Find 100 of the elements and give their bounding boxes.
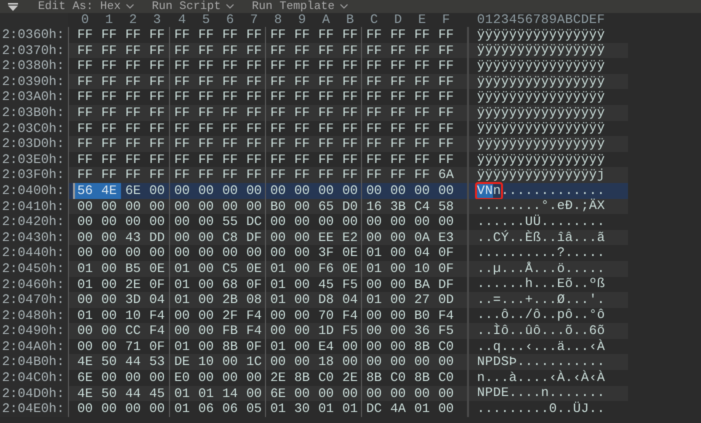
hex-byte: FF [173,42,191,58]
toolbar-menu[interactable]: Run Script [152,0,252,13]
hex-byte: FF [245,120,263,136]
hex-byte: 58 [437,198,455,214]
hex-byte: FF [365,74,383,90]
hex-byte: FF [148,104,166,121]
ascii-text: ..=...+...Ø...'. [477,292,606,307]
hex-byte: FF [197,120,215,136]
hex-byte: FF [197,58,215,74]
hex-byte: FF [245,167,263,183]
hex-byte: B5 [124,260,142,276]
hex-byte: FF [100,42,118,58]
hex-byte: FF [221,120,239,136]
hex-byte: 00 [365,354,383,370]
ascii-text: .........0..ÜJ.. [477,402,606,416]
hex-byte: FF [413,152,431,168]
hex-byte: C5 [221,260,239,276]
selected-text: VN [477,184,494,198]
hex-byte: DD [148,230,166,246]
hex-byte: 00 [124,401,142,417]
hex-byte: 00 [293,230,311,246]
hex-byte: FF [76,120,94,136]
hex-byte: FF [317,42,335,58]
hex-byte: 3D [124,292,142,308]
hex-byte: 01 [173,401,191,417]
hex-byte: FF [173,89,191,105]
hex-byte: F5 [341,323,359,339]
hex-byte: FF [124,104,142,121]
hex-byte: FF [365,42,383,58]
hex-byte: FF [100,120,118,136]
hex-byte: 00 [173,214,191,230]
column-header: A [321,13,331,27]
hex-byte: 00 [148,401,166,417]
hex-byte: FF [341,74,359,90]
hex-byte: FF [245,42,263,58]
hex-byte: FF [221,136,239,152]
ascii-text: ÿÿÿÿÿÿÿÿÿÿÿÿÿÿÿÿ [477,121,606,136]
hex-byte: 2E [124,276,142,292]
hex-byte: 00 [100,401,118,417]
hex-byte: FF [389,104,407,121]
hex-byte: FF [365,104,383,121]
hex-byte: 00 [365,323,383,339]
hex-byte: FF [173,152,191,168]
hex-byte: F4 [437,308,455,324]
hex-byte: D8 [317,292,335,308]
hex-byte: 00 [197,214,215,230]
hex-byte: FF [76,104,94,121]
hex-byte: FF [100,152,118,168]
hex-byte: 00 [389,354,407,370]
hex-byte: 01 [173,260,191,276]
hex-byte: FF [148,152,166,168]
hex-byte: C8 [221,230,239,246]
hex-byte: 0D [437,292,455,308]
ascii-text: ÿÿÿÿÿÿÿÿÿÿÿÿÿÿÿÿ [477,90,606,104]
hex-byte: FF [389,42,407,58]
ascii-text: ..q...‹...ä...‹À [477,340,606,354]
hex-byte: 00 [365,276,383,292]
hex-byte: 10 [124,308,142,324]
hex-byte: 00 [389,260,407,276]
hex-byte: 16 [365,198,383,214]
hex-byte: 05 [245,401,263,417]
collapse-icon[interactable] [8,2,18,10]
hex-byte: 00 [124,245,142,261]
hex-byte: 00 [245,198,263,214]
hex-byte: 1C [245,354,263,370]
hex-byte: 2B [221,292,239,308]
hex-byte: 00 [365,386,383,402]
column-header: F [441,13,451,27]
hex-byte: FF [413,136,431,152]
hex-byte: 14 [221,386,239,402]
hex-byte: 00 [245,370,263,386]
toolbar-menu[interactable]: Edit As: Hex [38,0,152,13]
hex-byte: FF [437,27,455,43]
ascii-text: NPDSÞ........... [477,355,606,370]
hex-byte: 00 [413,182,431,199]
hex-byte: 00 [197,370,215,386]
hex-byte: 00 [341,338,359,354]
hex-byte: C0 [317,370,335,386]
hex-byte: FF [341,89,359,105]
toolbar-menu[interactable]: Run Template [252,0,366,13]
hex-byte: FF [221,104,239,121]
hex-byte: 00 [365,214,383,230]
hex-byte: FF [293,27,311,43]
hex-byte: FF [124,27,142,43]
hex-byte: 01 [269,260,287,276]
hex-byte: 00 [365,230,383,246]
hex-byte: CC [124,323,142,339]
hex-byte: 00 [389,230,407,246]
hex-byte: 45 [148,386,166,402]
hex-byte: 00 [341,182,359,199]
hex-byte: 00 [413,386,431,402]
hex-byte: 00 [293,198,311,214]
hex-byte: FF [197,89,215,105]
hex-byte: 00 [148,182,166,199]
hex-byte: 00 [124,214,142,230]
hex-byte: C0 [437,370,455,386]
hex-byte: 00 [293,182,311,199]
hex-byte: 00 [100,338,118,354]
hex-byte: C0 [389,370,407,386]
hex-byte: FF [124,167,142,183]
